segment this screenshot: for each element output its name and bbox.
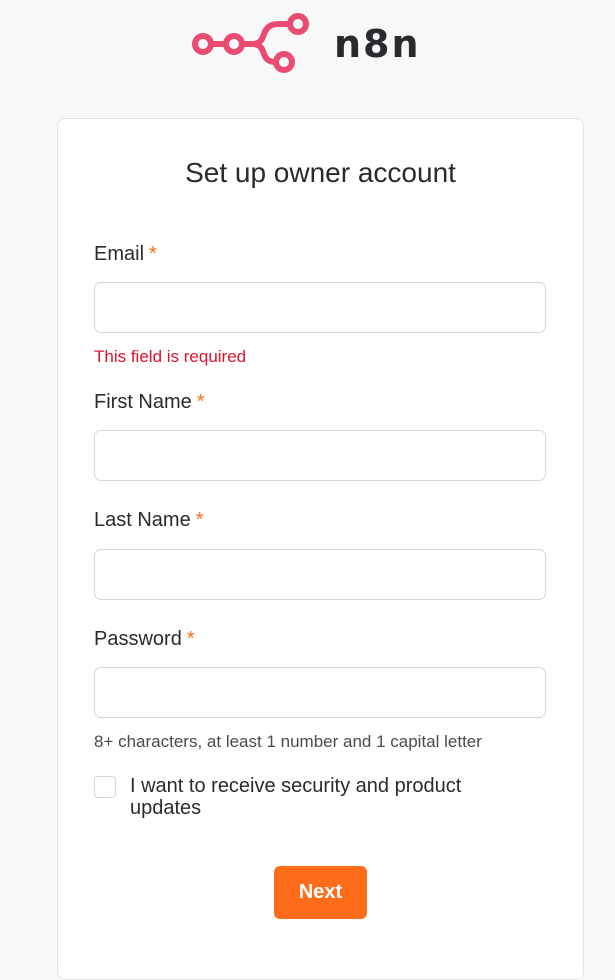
first-name-label-text: First Name xyxy=(94,391,192,413)
password-label: Password * xyxy=(94,628,195,651)
brand-name: n8n xyxy=(334,22,421,66)
email-field[interactable] xyxy=(94,282,546,333)
email-error-message: This field is required xyxy=(94,347,247,366)
signup-card: Set up owner account Email * This field i… xyxy=(57,118,584,980)
first-name-field[interactable] xyxy=(94,430,546,481)
password-hint: 8+ characters, at least 1 number and 1 c… xyxy=(94,732,482,751)
email-label-text: Email xyxy=(94,243,145,265)
password-field[interactable] xyxy=(94,667,546,718)
next-button[interactable]: Next xyxy=(274,866,367,919)
last-name-label-text: Last Name xyxy=(94,509,191,531)
first-name-label: First Name * xyxy=(94,391,205,414)
updates-checkbox-label[interactable]: I want to receive security and product u… xyxy=(130,775,530,819)
page-title: Set up owner account xyxy=(185,157,456,188)
updates-checkbox[interactable] xyxy=(94,776,116,798)
n8n-logo-icon xyxy=(192,13,309,73)
password-label-text: Password xyxy=(94,628,182,650)
required-marker: * xyxy=(149,243,157,265)
last-name-field[interactable] xyxy=(94,549,546,600)
last-name-label: Last Name * xyxy=(94,509,204,532)
required-marker: * xyxy=(195,509,204,531)
required-marker: * xyxy=(196,391,205,413)
n8n-logo: n8n xyxy=(190,10,419,76)
required-marker: * xyxy=(186,628,195,650)
email-label: Email * xyxy=(94,243,157,266)
